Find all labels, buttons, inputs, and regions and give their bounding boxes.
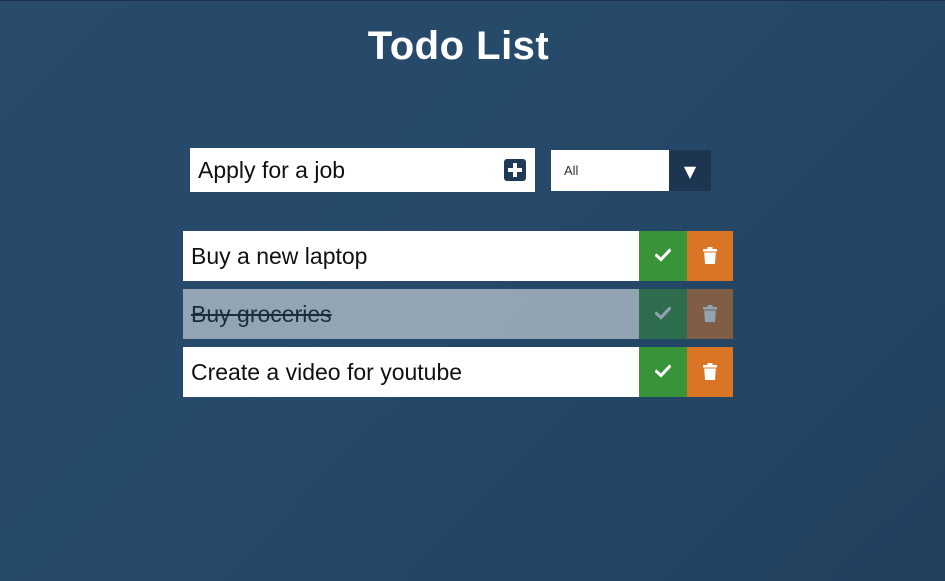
todo-item-text: Create a video for youtube (183, 347, 639, 397)
todo-input[interactable] (190, 148, 490, 192)
complete-button[interactable] (639, 347, 687, 397)
trash-icon (703, 305, 717, 322)
top-border (0, 0, 945, 1)
delete-button[interactable] (687, 347, 733, 397)
filter-selected-value: All (564, 163, 579, 178)
todo-list: Buy a new laptop Buy groceries Create a … (183, 231, 733, 405)
todo-item-completed: Buy groceries (183, 289, 733, 339)
chevron-down-icon[interactable]: ▼ (669, 150, 711, 191)
page-title: Todo List (367, 24, 550, 68)
trash-icon (703, 247, 717, 264)
check-icon (655, 306, 671, 320)
todo-item: Create a video for youtube (183, 347, 733, 397)
delete-button[interactable] (687, 289, 733, 339)
todo-input-container (190, 148, 535, 192)
check-icon (655, 364, 671, 378)
check-icon (655, 248, 671, 262)
complete-button[interactable] (639, 289, 687, 339)
delete-button[interactable] (687, 231, 733, 281)
todo-item-text: Buy groceries (183, 289, 639, 339)
trash-icon (703, 363, 717, 380)
todo-item: Buy a new laptop (183, 231, 733, 281)
complete-button[interactable] (639, 231, 687, 281)
filter-select[interactable]: All ▼ (551, 150, 711, 191)
add-todo-button[interactable] (504, 159, 526, 181)
todo-item-text: Buy a new laptop (183, 231, 639, 281)
